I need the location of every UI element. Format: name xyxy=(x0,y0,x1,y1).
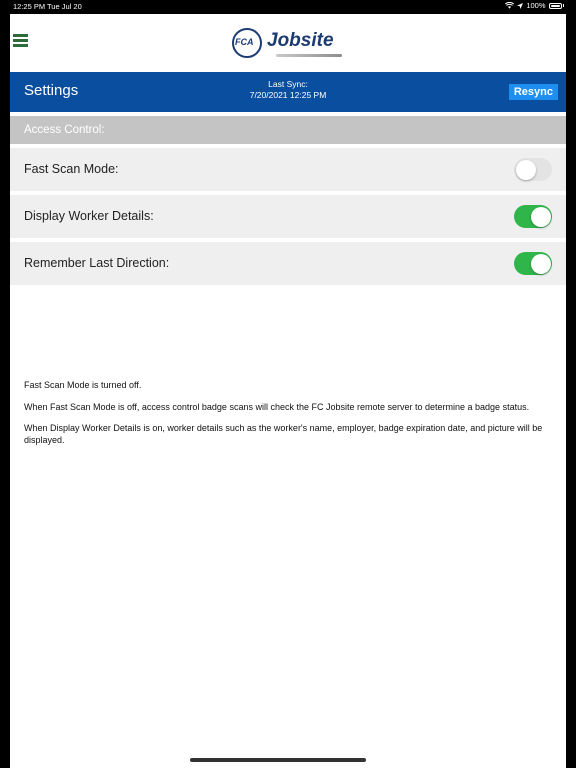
last-sync-value: 7/20/2021 12:25 PM xyxy=(249,90,327,100)
info-paragraph: When Fast Scan Mode is off, access contr… xyxy=(24,401,530,412)
setting-label: Fast Scan Mode: xyxy=(24,162,119,176)
home-indicator[interactable] xyxy=(190,758,366,762)
menu-line xyxy=(13,44,28,47)
wifi-icon xyxy=(505,2,515,9)
setting-label: Remember Last Direction: xyxy=(24,256,170,270)
status-time: 12:25 PM xyxy=(13,2,46,11)
battery-tip xyxy=(562,4,564,7)
logo-mark: FCA xyxy=(235,37,254,47)
status-date: Tue Jul 20 xyxy=(47,2,82,11)
resync-button[interactable]: Resync xyxy=(508,84,558,100)
info-paragraph: When Display Worker Details is on, worke… xyxy=(24,423,543,445)
settings-header: Settings Last Sync: 7/20/2021 12:25 PM R… xyxy=(10,72,566,112)
setting-row-display-worker-details[interactable]: Display Worker Details: xyxy=(10,195,566,238)
top-bar: FCA Jobsite xyxy=(10,14,566,72)
battery-icon xyxy=(548,2,562,9)
setting-row-remember-last-direction[interactable]: Remember Last Direction: xyxy=(10,242,566,285)
location-icon xyxy=(517,2,524,9)
menu-line xyxy=(13,39,28,42)
logo-word: Jobsite xyxy=(267,30,334,51)
toggle-knob xyxy=(515,159,536,180)
display-worker-details-toggle[interactable] xyxy=(514,205,552,228)
remember-last-direction-toggle[interactable] xyxy=(514,252,552,275)
toggle-knob xyxy=(530,253,551,274)
app-window: FCA Jobsite Settings Last Sync: 7/20/202… xyxy=(10,14,566,768)
info-paragraph: Fast Scan Mode is turned off. xyxy=(24,380,142,390)
setting-row-fast-scan-mode[interactable]: Fast Scan Mode: xyxy=(10,148,566,191)
app-logo: FCA Jobsite xyxy=(232,28,344,62)
toggle-knob xyxy=(530,206,551,227)
status-right: 100% xyxy=(505,1,564,10)
logo-swoosh xyxy=(276,54,342,57)
battery-percent: 100% xyxy=(526,1,546,10)
info-text: Fast Scan Mode is turned off. When Fast … xyxy=(24,380,544,456)
last-sync: Last Sync: 7/20/2021 12:25 PM xyxy=(10,79,566,101)
fast-scan-mode-toggle[interactable] xyxy=(514,158,552,181)
status-bar: 12:25 PM Tue Jul 20 100% xyxy=(0,0,576,14)
hamburger-menu-icon[interactable] xyxy=(13,34,28,47)
section-header-access-control: Access Control: xyxy=(10,116,566,144)
last-sync-label: Last Sync: xyxy=(268,79,308,89)
setting-label: Display Worker Details: xyxy=(24,209,154,223)
menu-line xyxy=(13,34,28,37)
